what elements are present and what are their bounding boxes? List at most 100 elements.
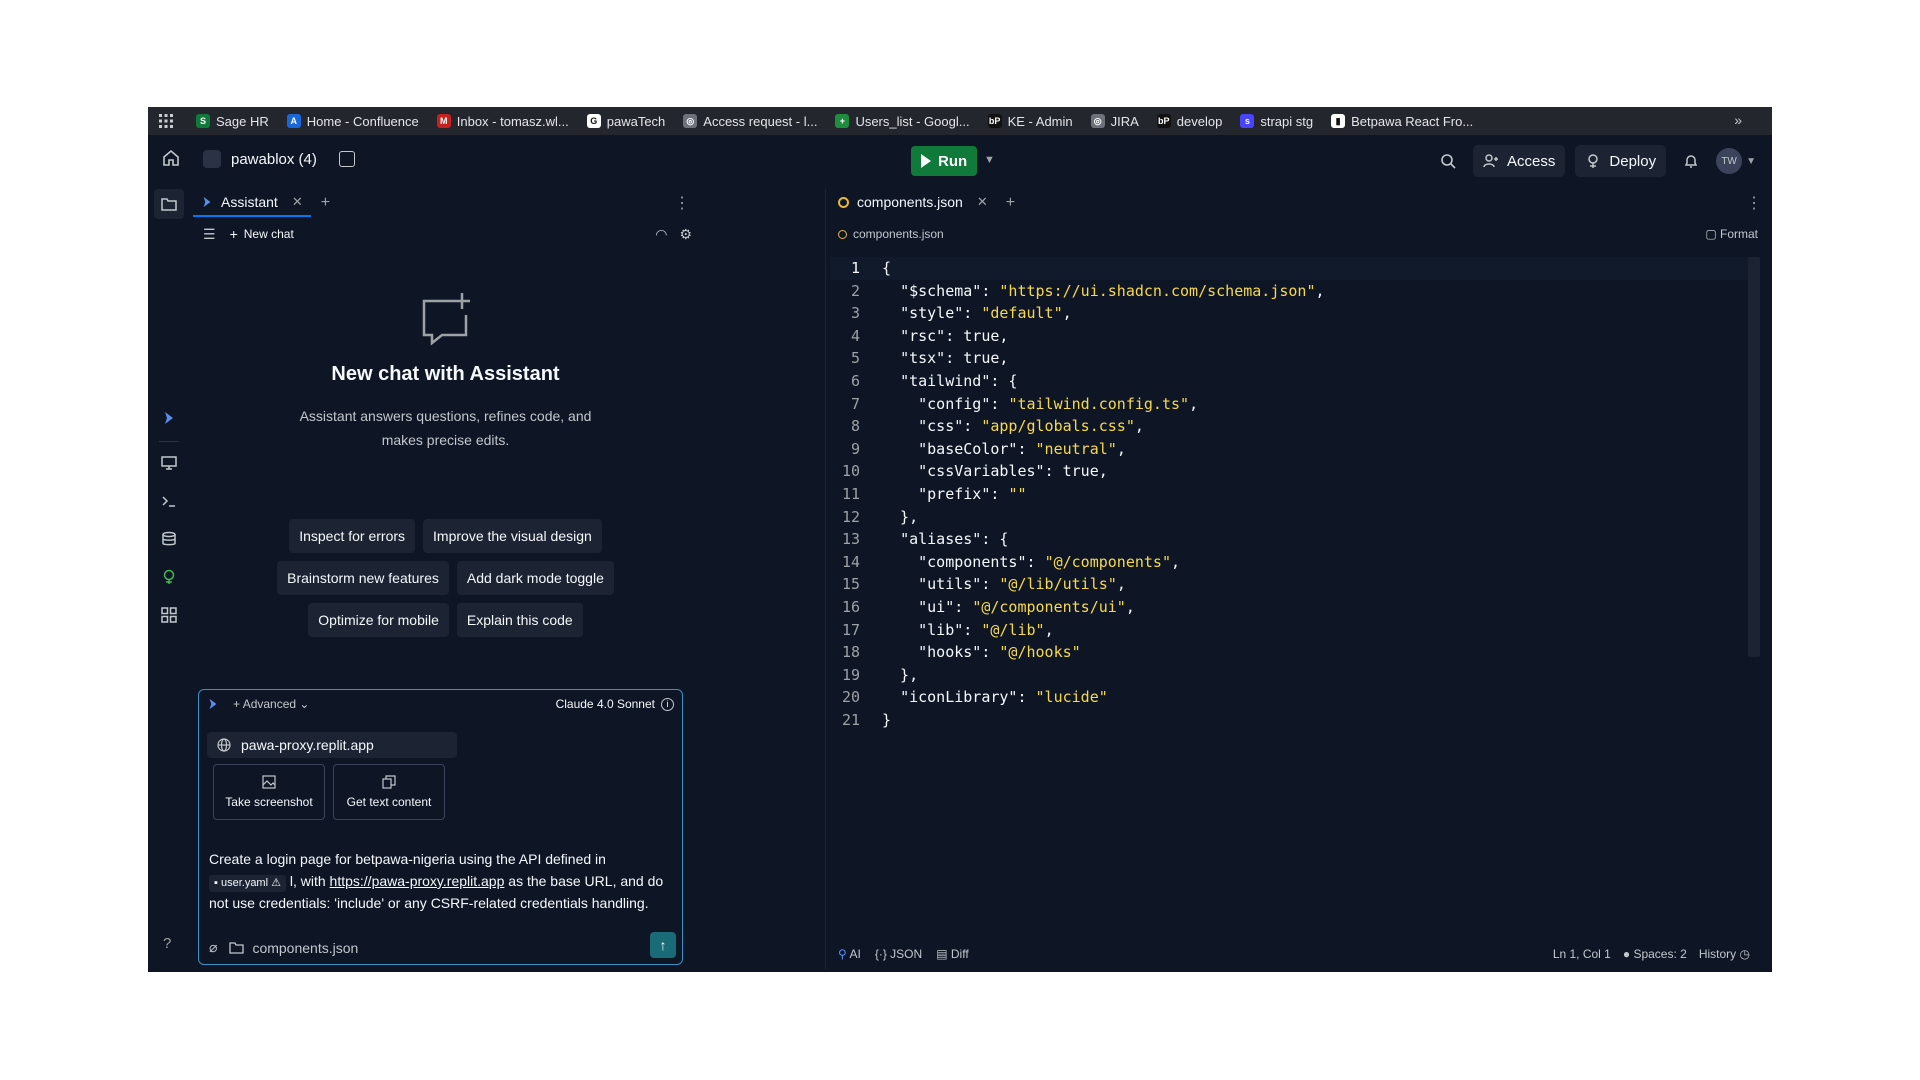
mode-selector[interactable]: + Advanced ⌄ [233,697,309,711]
bookmarks-overflow-icon[interactable]: » [1734,112,1742,128]
bookmark-item[interactable]: + Users_list - Googl... [835,114,970,129]
bookmark-item[interactable]: s strapi stg [1240,114,1313,129]
run-options-chevron-icon[interactable]: ▼ [984,154,995,166]
diff-toggle[interactable]: ▤ Diff [936,947,968,961]
tab-components-json[interactable]: components.json ✕ [830,189,996,217]
bookmark-item[interactable]: ◎ Access request - l... [683,114,817,129]
prompt-text-2: l, with [285,873,330,889]
get-text-content-button[interactable]: Get text content [333,764,445,820]
send-button[interactable]: ↑ [650,932,676,958]
deployments-icon[interactable] [159,567,179,587]
language-mode[interactable]: {·} JSON [875,947,922,961]
empty-state: New chat with Assistant Assistant answer… [193,289,698,452]
code-line: 8 "css": "app/globals.css", [830,415,1750,438]
history-button[interactable]: History ◷ [1699,947,1750,961]
code-line: 18 "hooks": "@/hooks" [830,641,1750,664]
run-button[interactable]: Run [911,146,978,176]
prompt-link[interactable]: https://pawa-proxy.replit.app [330,873,505,889]
database-icon[interactable] [338,151,355,167]
bookmark-item[interactable]: ◎ JIRA [1090,114,1139,129]
bookmark-favicon-icon: G [586,114,601,128]
suggestion-chip[interactable]: Brainstorm new features [277,561,449,595]
notifications-bell-icon[interactable] [1676,146,1706,176]
take-screenshot-button[interactable]: Take screenshot [213,764,325,820]
repl-icon [203,150,221,168]
gear-icon[interactable]: ⚙ [679,226,692,243]
more-options-icon[interactable]: ⋮ [1746,193,1762,213]
code-text: "utils": "@/lib/utils", [918,575,1126,594]
search-icon[interactable] [1433,146,1463,176]
deploy-icon [1588,154,1599,168]
panel-divider[interactable] [825,189,826,969]
prompt-input[interactable]: Create a login page for betpawa-nigeria … [209,848,674,914]
files-icon[interactable] [154,189,184,219]
assistant-icon[interactable] [159,408,179,428]
breadcrumb[interactable]: components.json [853,227,944,241]
bookmark-favicon-icon: S [196,114,210,128]
database-icon[interactable] [159,529,179,549]
help-icon[interactable]: ? [163,935,171,952]
usage-gauge-icon[interactable]: ◠ [655,226,667,243]
attach-paperclip-icon[interactable]: ⌀ [209,939,217,956]
bookmark-item[interactable]: A Home - Confluence [286,113,419,129]
suggestion-chip[interactable]: Explain this code [456,603,583,637]
apps-grid-icon[interactable] [148,114,184,128]
assistant-icon [203,196,211,208]
code-line: 19 }, [830,664,1750,687]
code-text: "hooks": "@/hooks" [918,643,1081,662]
close-icon[interactable]: ✕ [292,194,303,210]
access-button[interactable]: Access [1473,145,1566,177]
all-tools-icon[interactable] [159,605,179,625]
add-user-icon [1483,154,1499,168]
bookmark-item[interactable]: S Sage HR [196,114,269,129]
code-text: }, [882,507,919,526]
format-button[interactable]: ▢ Format [1705,227,1758,241]
line-number: 6 [850,371,860,390]
mode-label: Advanced [242,697,297,711]
suggestion-chip[interactable]: Add dark mode toggle [456,561,614,595]
deploy-button[interactable]: Deploy [1575,145,1667,177]
suggestion-chip[interactable]: Optimize for mobile [308,603,449,637]
file-reference-chip[interactable]: ▪ user.yaml ⚠ [209,875,286,892]
code-line: 9 "baseColor": "neutral", [830,438,1750,461]
top-bar: pawablox (4) Run ▼ Access Deploy TW ▼ [148,135,1772,185]
info-icon[interactable]: i [661,697,674,711]
bookmark-label: Sage HR [216,113,269,129]
line-number: 12 [841,507,860,526]
ai-toggle[interactable]: ⚲ AI [838,947,861,961]
chat-history-menu-icon[interactable]: ☰ [203,226,216,243]
bookmark-item[interactable]: bP KE - Admin [987,113,1073,129]
attached-file-chip[interactable]: components.json [229,940,358,956]
close-icon[interactable]: ✕ [977,194,988,210]
model-selector[interactable]: Claude 4.0 Sonnet i [556,697,674,711]
webview-icon[interactable] [159,453,179,473]
bookmark-label: KE - Admin [1007,113,1073,129]
new-tab-plus-icon[interactable]: + [321,194,330,212]
tab-assistant[interactable]: Assistant ✕ [193,189,311,217]
suggestion-chip[interactable]: Inspect for errors [289,519,416,553]
code-text: "prefix": "" [918,484,1027,503]
bookmark-item[interactable]: ▮ Betpawa React Fro... [1331,114,1473,129]
bookmark-item[interactable]: M Inbox - tomasz.wl... [436,114,569,129]
code-line: 6 "tailwind": { [830,370,1750,393]
editor-scrollbar[interactable] [1748,257,1760,657]
bookmark-label: Home - Confluence [306,113,419,129]
url-context-chip[interactable]: pawa-proxy.replit.app [207,732,457,758]
new-chat-button[interactable]: + New chat [230,226,294,242]
new-tab-plus-icon[interactable]: + [1006,194,1015,212]
suggestion-chip[interactable]: Improve the visual design [423,519,602,553]
indentation-setting[interactable]: ● Spaces: 2 [1623,947,1687,961]
home-icon[interactable] [162,149,182,169]
line-number: 3 [850,304,860,323]
clock-icon: ◷ [1739,947,1750,961]
bookmark-item[interactable]: GpawaTech [586,114,665,129]
account-menu[interactable]: TW ▼ [1716,148,1756,174]
shell-icon[interactable] [159,491,179,511]
bookmark-item[interactable]: bP develop [1156,114,1222,129]
bookmark-favicon-icon: + [835,114,850,128]
repl-name-chip[interactable]: pawablox (4) [203,150,355,168]
cursor-position[interactable]: Ln 1, Col 1 [1553,947,1611,961]
image-icon [262,775,276,789]
more-options-icon[interactable]: ⋮ [674,193,690,213]
code-area[interactable]: 1{2 "$schema": "https://ui.shadcn.com/sc… [830,257,1750,731]
